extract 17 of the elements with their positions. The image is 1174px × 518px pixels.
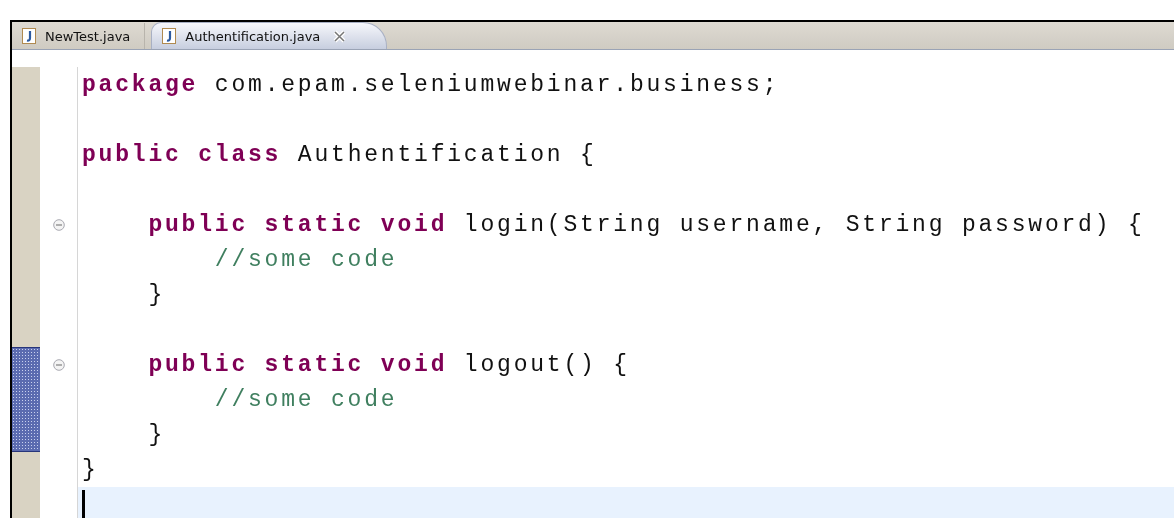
close-icon[interactable]	[333, 29, 347, 43]
java-file-icon	[22, 28, 36, 44]
code-line: public static void login(String username, String password) {	[148, 211, 1145, 238]
code-line: public static void logout() {	[148, 351, 630, 378]
minus-circle-icon[interactable]	[52, 358, 65, 371]
minus-circle-icon[interactable]	[52, 218, 65, 231]
code-line: public class Authentification {	[82, 141, 597, 168]
code-line: }	[148, 281, 165, 308]
code-line: //some code	[214, 246, 398, 273]
code-line: }	[82, 456, 99, 483]
code-line: //some code	[214, 386, 398, 413]
editor-tab[interactable]: Authentification.java	[151, 22, 388, 49]
editor-tab[interactable]: NewTest.java	[12, 23, 146, 49]
text-cursor	[82, 489, 85, 518]
code-line: package com.epam.seleniumwebinar.business;	[82, 71, 780, 98]
java-file-icon	[162, 28, 177, 44]
code-line: }	[148, 421, 165, 448]
